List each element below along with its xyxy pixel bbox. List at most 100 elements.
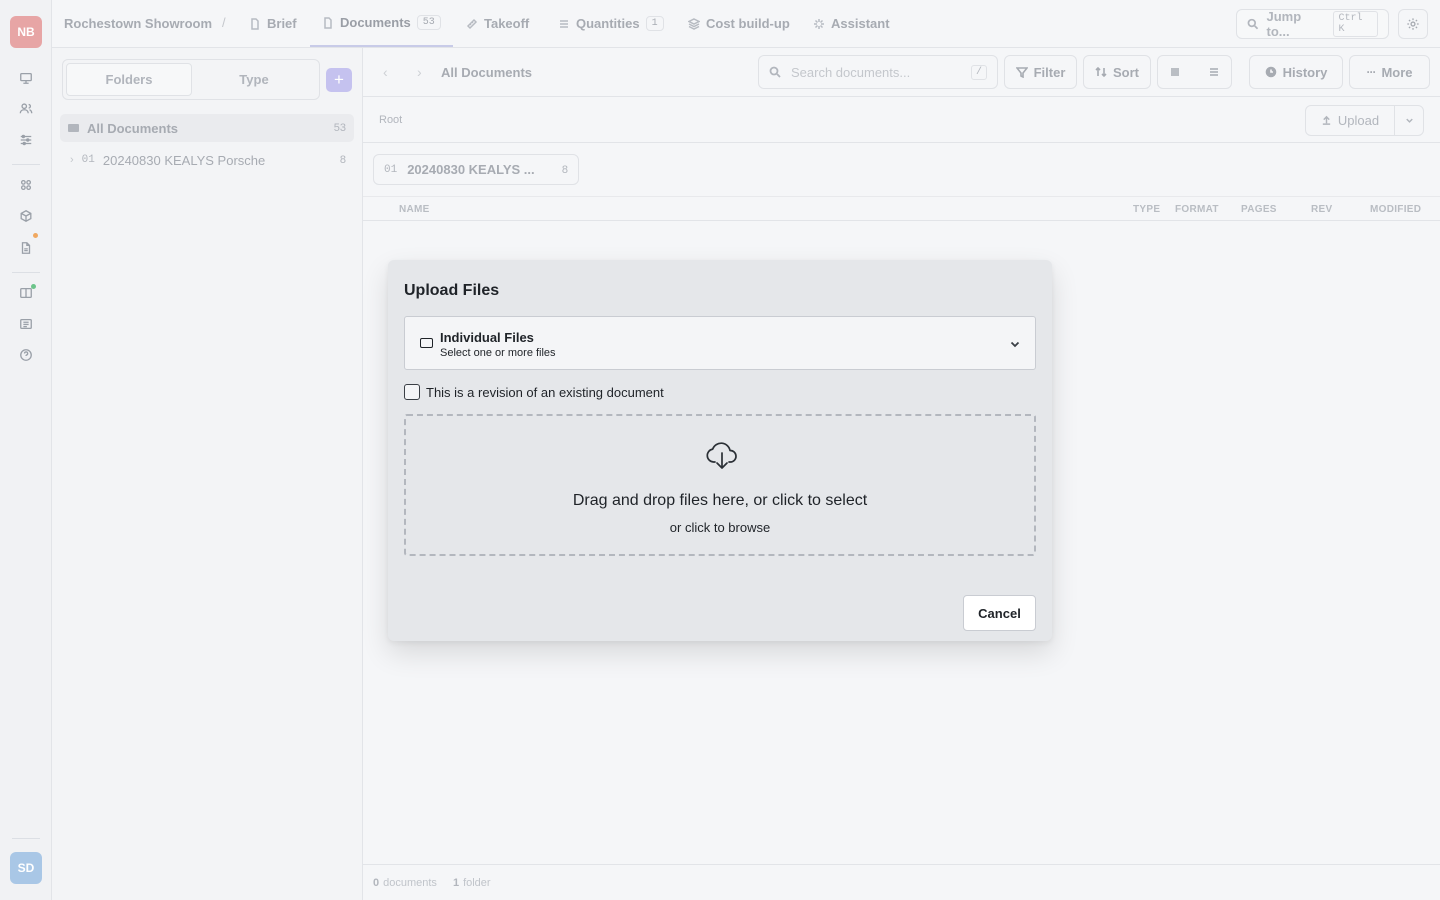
column-modified[interactable]: MODIFIED xyxy=(1370,204,1421,215)
quantities-count-badge: 1 xyxy=(645,16,664,31)
user-avatar[interactable]: NB xyxy=(10,16,42,48)
column-rev[interactable]: REV xyxy=(1311,204,1332,215)
file-box-icon xyxy=(420,338,433,348)
list-icon[interactable] xyxy=(1208,66,1220,78)
upload-split-button: Upload xyxy=(1305,105,1424,136)
history-button[interactable]: History xyxy=(1249,55,1343,89)
search-input[interactable]: Search documents... / xyxy=(758,55,998,89)
tree-item-folder[interactable]: › 01 20240830 KEALYS Porsche 8 xyxy=(60,146,354,174)
upload-icon xyxy=(1322,115,1331,125)
list-icon[interactable] xyxy=(17,315,35,333)
column-name[interactable]: NAME xyxy=(399,204,430,215)
upload-mode-select[interactable]: Individual Files Select one or more file… xyxy=(404,316,1036,370)
users-icon[interactable] xyxy=(17,99,35,117)
file-drop-zone[interactable]: Drag and drop files here, or click to se… xyxy=(404,414,1036,556)
upload-options-button[interactable] xyxy=(1395,106,1423,135)
gear-icon xyxy=(1407,18,1419,30)
project-title[interactable]: Rochestown Showroom xyxy=(64,16,212,31)
root-breadcrumb[interactable]: Root xyxy=(379,114,402,126)
chip-count: 8 xyxy=(561,163,568,176)
file-icon[interactable] xyxy=(17,239,35,257)
upload-button[interactable]: Upload xyxy=(1306,106,1395,135)
nav-forward-button[interactable]: › xyxy=(417,64,422,80)
dialog-title: Upload Files xyxy=(404,282,500,299)
tab-brief[interactable]: Brief xyxy=(249,0,297,47)
nav-back-button[interactable]: ‹ xyxy=(383,64,388,80)
breadcrumb-separator: / xyxy=(222,15,226,30)
cancel-button[interactable]: Cancel xyxy=(963,595,1036,631)
add-folder-button[interactable]: + xyxy=(326,68,352,92)
revision-checkbox-label[interactable]: This is a revision of an existing docume… xyxy=(426,385,664,400)
settings-button[interactable] xyxy=(1398,9,1428,39)
list-compact-icon[interactable] xyxy=(1169,66,1181,78)
jump-to-button[interactable]: Jump to... Ctrl K xyxy=(1236,9,1389,39)
more-button[interactable]: ··· More xyxy=(1349,55,1430,89)
left-rail: NB SD xyxy=(0,0,52,900)
search-icon xyxy=(769,66,781,78)
chip-label: 20240830 KEALYS ... xyxy=(407,162,535,177)
jump-shortcut: Ctrl K xyxy=(1333,11,1378,37)
filter-button[interactable]: Filter xyxy=(1004,55,1077,89)
upload-mode-subtitle: Select one or more files xyxy=(440,347,556,359)
documents-toolbar: ‹ › All Documents Search documents... / … xyxy=(363,48,1440,97)
upload-files-dialog: Upload Files Individual Files Select one… xyxy=(388,260,1052,641)
tab-cost-build-up[interactable]: Cost build-up xyxy=(688,0,790,47)
folders-toggle[interactable]: Folders xyxy=(66,63,192,96)
documents-count: 0 documents xyxy=(373,876,437,889)
help-icon[interactable] xyxy=(17,346,35,364)
list-icon xyxy=(560,19,568,28)
table-header: NAME TYPE FORMAT PAGES REV MODIFIED xyxy=(363,196,1440,221)
sort-icon xyxy=(1095,66,1107,78)
chip-number: 01 xyxy=(384,163,398,176)
all-documents-count: 53 xyxy=(333,122,346,134)
column-type[interactable]: TYPE xyxy=(1133,204,1160,215)
chevron-down-icon xyxy=(1009,337,1021,349)
clock-icon xyxy=(1265,66,1276,78)
tab-quantities[interactable]: Quantities 1 xyxy=(558,0,664,47)
more-icon: ··· xyxy=(1366,65,1376,79)
chevron-down-icon xyxy=(1405,118,1413,123)
sliders-icon[interactable] xyxy=(17,131,35,149)
folder-icon xyxy=(68,124,79,132)
drop-zone-subtext: or click to browse xyxy=(669,520,771,535)
drop-zone-heading: Drag and drop files here, or click to se… xyxy=(572,492,868,509)
root-bar: Root Upload xyxy=(363,97,1440,143)
revision-checkbox[interactable] xyxy=(404,384,420,400)
search-placeholder: Search documents... xyxy=(791,64,911,80)
type-toggle[interactable]: Type xyxy=(192,63,316,96)
folder-count: 8 xyxy=(339,154,346,166)
folder-chip[interactable]: 01 20240830 KEALYS ... 8 xyxy=(373,154,579,185)
filter-icon xyxy=(1015,67,1028,78)
layers-icon xyxy=(688,17,700,30)
column-format[interactable]: FORMAT xyxy=(1175,204,1219,215)
tab-assistant[interactable]: Assistant xyxy=(813,0,890,47)
ruler-icon xyxy=(466,18,478,29)
folder-number: 01 xyxy=(81,154,95,166)
grid-icon[interactable] xyxy=(17,176,35,194)
search-icon xyxy=(1247,18,1259,30)
monitor-icon[interactable] xyxy=(17,69,35,87)
column-pages[interactable]: PAGES xyxy=(1241,204,1277,215)
sort-button[interactable]: Sort xyxy=(1083,55,1151,89)
tab-documents[interactable]: Documents 53 xyxy=(310,0,453,47)
folders-count: 1 folder xyxy=(452,876,491,889)
search-shortcut: / xyxy=(970,64,987,80)
tab-takeoff[interactable]: Takeoff xyxy=(466,0,529,47)
chevron-right-icon[interactable]: › xyxy=(70,154,74,166)
cloud-download-icon xyxy=(704,438,740,474)
upload-mode-title: Individual Files xyxy=(440,330,534,345)
status-bar: 0 documents 1 folder xyxy=(363,864,1440,900)
view-toggle: Folders Type xyxy=(62,59,320,100)
folder-panel: Folders Type + All Documents 53 › 01 202… xyxy=(52,48,363,900)
top-bar: Rochestown Showroom / Brief Documents 53… xyxy=(52,0,1440,48)
document-icon xyxy=(324,16,332,29)
file-icon xyxy=(251,17,259,30)
tree-item-all-documents[interactable]: All Documents 53 xyxy=(60,114,354,142)
view-mode-group xyxy=(1157,55,1232,89)
box-icon[interactable] xyxy=(17,207,35,225)
sparkle-icon xyxy=(814,18,824,29)
folder-label: 20240830 KEALYS Porsche xyxy=(102,152,266,168)
breadcrumb: All Documents xyxy=(441,65,533,80)
user-avatar-bottom[interactable]: SD xyxy=(10,852,42,884)
documents-count-badge: 53 xyxy=(416,15,441,30)
